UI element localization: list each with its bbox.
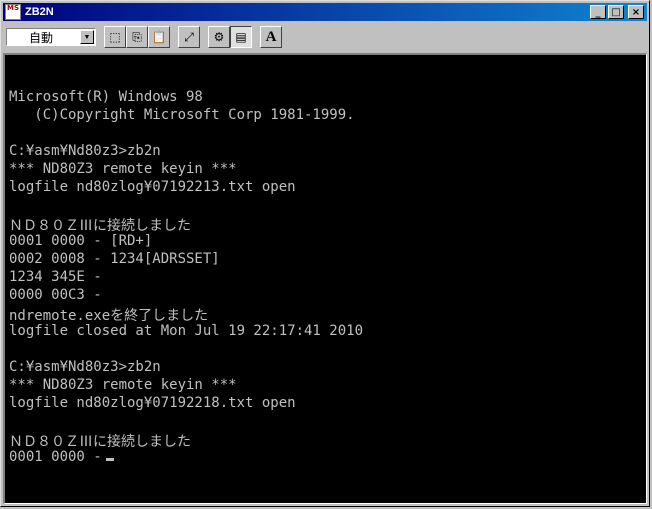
window-title: ZB2N xyxy=(25,6,54,18)
chevron-down-icon[interactable]: ▼ xyxy=(80,30,94,44)
console-line: logfile closed at Mon Jul 19 22:17:41 20… xyxy=(9,323,364,339)
minimize-icon: _ xyxy=(595,6,601,18)
console-line: Microsoft(R) Windows 98 xyxy=(9,89,203,105)
fullscreen-button[interactable]: ⤢ xyxy=(178,26,200,48)
text-cursor xyxy=(105,458,114,461)
copy-button[interactable]: ⎘ xyxy=(126,26,148,48)
maximize-button[interactable]: □ xyxy=(608,5,624,19)
console-line: 0002 0008 - 1234[ADRSSET] xyxy=(9,251,220,267)
copy-icon: ⎘ xyxy=(132,29,142,44)
console-line: *** ND80Z3 remote keyin *** xyxy=(9,161,237,177)
paste-icon: 📋 xyxy=(151,30,167,44)
console-line: ndremote.exeを終了しました xyxy=(9,308,209,324)
fullscreen-icon: ⤢ xyxy=(184,29,194,44)
close-button[interactable]: × xyxy=(628,5,644,19)
console-line: ＮＤ８０ＺⅢに接続しました xyxy=(9,218,191,234)
minimize-button[interactable]: _ xyxy=(590,5,606,19)
font-size-select[interactable]: 自動 ▼ xyxy=(6,28,96,46)
console-line: ＮＤ８０ＺⅢに接続しました xyxy=(9,434,191,450)
toolbar: 自動 ▼ ⬚ ⎘ 📋 ⤢ ⚙ ▤ A xyxy=(3,23,647,51)
console-line: (C)Copyright Microsoft Corp 1981-1999. xyxy=(9,107,355,123)
console-line: 0000 00C3 - xyxy=(9,287,102,303)
app-icon[interactable]: MS xyxy=(5,4,21,20)
console-window: MS ZB2N _ □ × 自動 ▼ ⬚ ⎘ 📋 ⤢ ⚙ ▤ A Microso… xyxy=(0,0,650,507)
font-size-value: 自動 xyxy=(29,30,54,45)
console-output[interactable]: Microsoft(R) Windows 98 (C)Copyright Mic… xyxy=(3,53,647,504)
console-line: C:¥asm¥Nd80z3>zb2n xyxy=(9,359,161,375)
console-prompt-line: 0001 0000 - xyxy=(9,449,363,467)
title-bar[interactable]: MS ZB2N _ □ × xyxy=(3,3,647,21)
font-icon: A xyxy=(265,28,277,45)
console-line: *** ND80Z3 remote keyin *** xyxy=(9,377,237,393)
maximize-icon: □ xyxy=(611,6,621,18)
font-button[interactable]: A xyxy=(260,26,282,48)
properties-button[interactable]: ⚙ xyxy=(208,26,230,48)
properties-icon: ⚙ xyxy=(213,30,225,44)
console-line: C:¥asm¥Nd80z3>zb2n xyxy=(9,143,161,159)
console-lines: Microsoft(R) Windows 98 (C)Copyright Mic… xyxy=(9,89,363,467)
close-icon: × xyxy=(631,6,641,18)
console-line: 0001 0000 - xyxy=(9,449,102,465)
console-line: logfile nd80zlog¥07192213.txt open xyxy=(9,179,296,195)
mark-icon: ⬚ xyxy=(109,30,121,44)
mark-button[interactable]: ⬚ xyxy=(104,26,126,48)
background-icon: ▤ xyxy=(235,30,247,44)
paste-button[interactable]: 📋 xyxy=(148,26,170,48)
console-line: 0001 0000 - [RD+] xyxy=(9,233,153,249)
background-button[interactable]: ▤ xyxy=(230,26,252,48)
console-line: 1234 345E - xyxy=(9,269,102,285)
console-line: logfile nd80zlog¥07192218.txt open xyxy=(9,395,296,411)
